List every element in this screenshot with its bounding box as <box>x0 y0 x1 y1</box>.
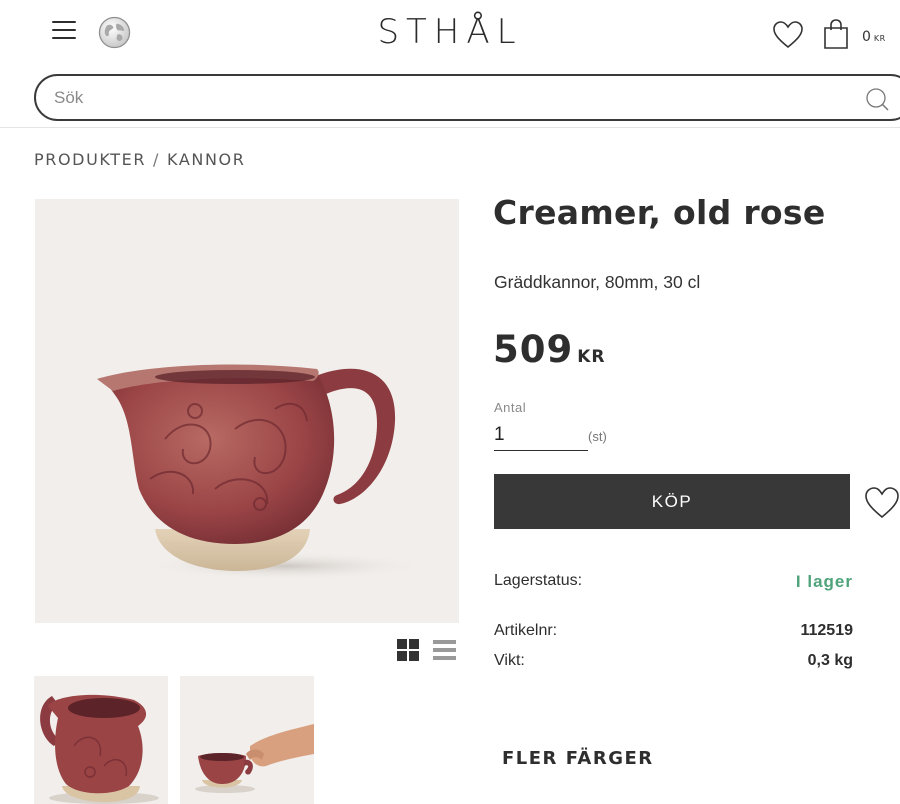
product-subtitle: Gräddkannor, 80mm, 30 cl <box>494 272 701 292</box>
quantity-label: Antal <box>494 400 527 415</box>
search-icon[interactable] <box>865 87 889 111</box>
pitcher-in-hand-thumbnail-image <box>195 724 314 793</box>
creamer-pitcher-image <box>97 364 425 580</box>
list-view-icon[interactable] <box>433 639 456 661</box>
quantity-unit: (st) <box>588 429 607 444</box>
more-colors-heading: FLER FÄRGER <box>502 748 654 769</box>
grid-view-icon[interactable] <box>397 639 419 661</box>
cart-total-currency: KR <box>873 34 886 43</box>
breadcrumb-products[interactable]: PRODUKTER <box>34 150 146 169</box>
site-logo[interactable]: STHÅL <box>0 12 900 52</box>
add-to-wishlist-heart-icon[interactable] <box>864 486 900 520</box>
article-number-value: 112519 <box>800 622 853 639</box>
shopping-bag-icon[interactable] <box>821 18 851 50</box>
cart-total-amount: 0 <box>862 29 871 45</box>
header-divider <box>0 127 900 128</box>
search-input[interactable] <box>54 85 834 111</box>
price-amount: 509 <box>493 328 574 371</box>
product-thumbnail[interactable] <box>180 676 314 804</box>
quantity-input[interactable] <box>494 419 588 451</box>
stock-status-label: Lagerstatus: <box>494 572 583 589</box>
buy-button[interactable]: KÖP <box>494 474 850 529</box>
weight-label: Vikt: <box>494 652 525 669</box>
stock-status-value: I lager <box>795 572 853 591</box>
product-thumbnail[interactable] <box>34 676 168 804</box>
price-currency: KR <box>577 347 606 367</box>
globe-icon[interactable] <box>98 16 131 49</box>
weight-value: 0,3 kg <box>807 652 853 669</box>
article-number-label: Artikelnr: <box>494 622 558 639</box>
product-main-image[interactable] <box>35 199 459 623</box>
search-bar <box>34 74 900 121</box>
breadcrumb-pitchers[interactable]: KANNOR <box>167 150 245 169</box>
product-price: 509 KR <box>493 328 606 371</box>
menu-icon[interactable] <box>50 18 78 42</box>
product-title: Creamer, old rose <box>493 193 826 232</box>
wishlist-heart-icon[interactable] <box>772 20 804 50</box>
pitcher-thumbnail-image <box>40 694 159 804</box>
cart-total[interactable]: 0 KR <box>862 29 886 45</box>
breadcrumb-separator: / <box>153 150 161 169</box>
breadcrumb: PRODUKTER / KANNOR <box>34 150 245 169</box>
